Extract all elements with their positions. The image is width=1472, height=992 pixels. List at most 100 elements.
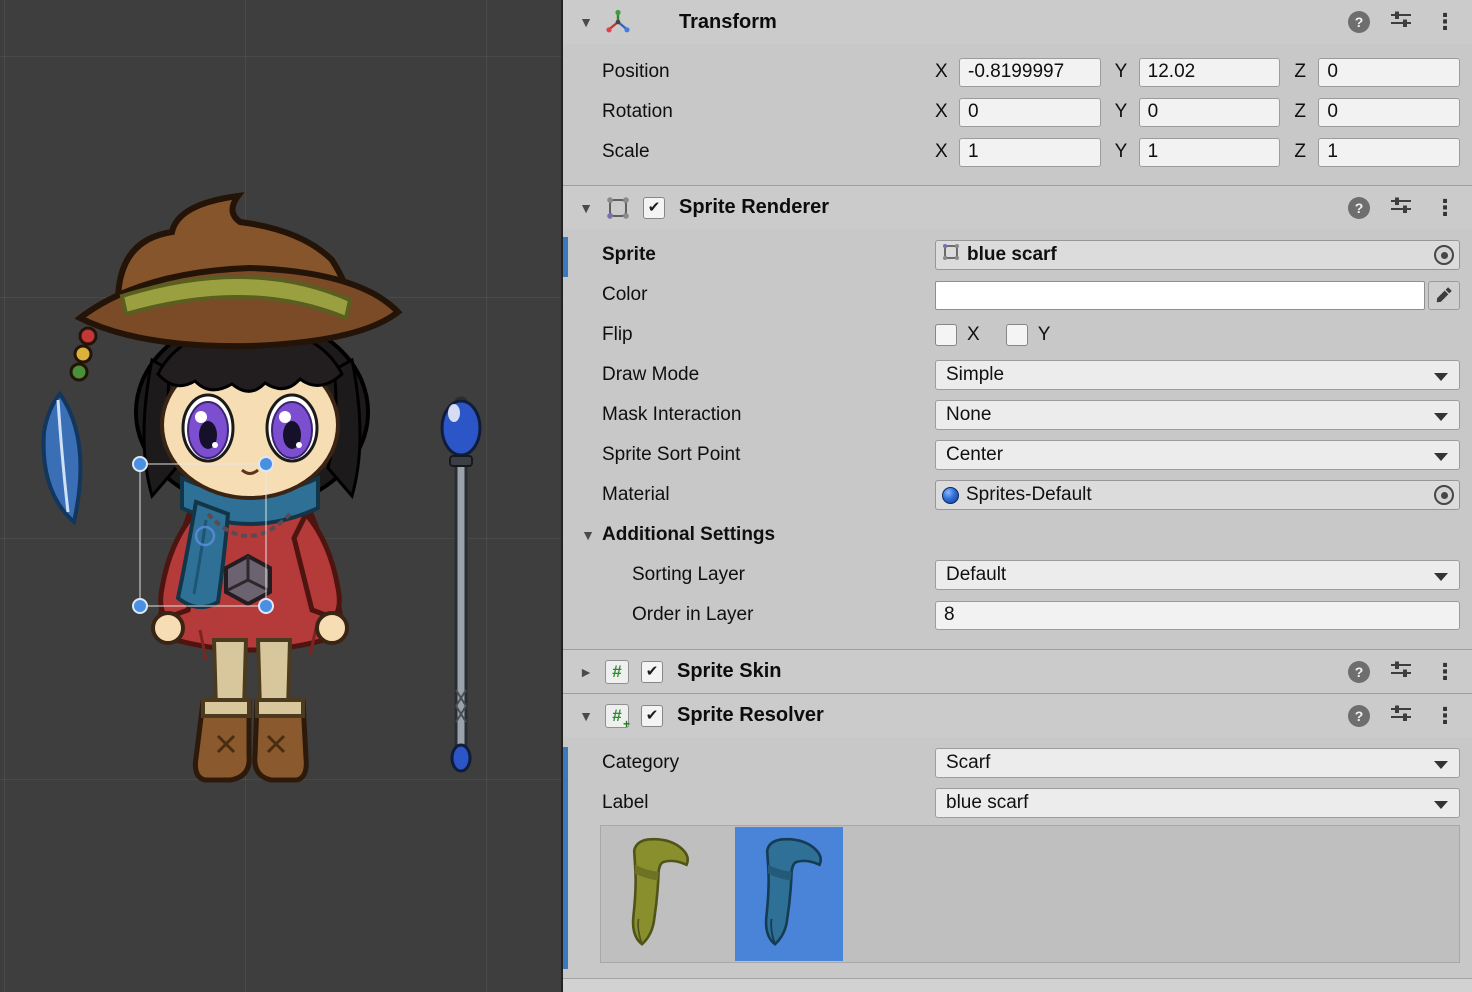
- sprite-renderer-header[interactable]: ▼ ✔ Sprite Renderer ?: [563, 185, 1472, 229]
- draw-mode-dropdown[interactable]: Simple: [935, 360, 1460, 390]
- sorting-layer-value: Default: [946, 564, 1006, 586]
- sorting-layer-dropdown[interactable]: Default: [935, 560, 1460, 590]
- sprite-resolver-script-icon: #+: [605, 704, 629, 728]
- presets-icon[interactable]: [1390, 10, 1412, 34]
- material-object-field[interactable]: Sprites-Default: [935, 480, 1460, 510]
- scale-row: Scale X Y Z: [563, 132, 1472, 172]
- position-row: Position X Y Z: [563, 52, 1472, 92]
- kebab-menu-icon[interactable]: ⋮: [1432, 705, 1458, 727]
- label-label[interactable]: Label: [602, 792, 935, 814]
- additional-settings-row[interactable]: ▼ Additional Settings: [563, 515, 1472, 555]
- sprite-object-field[interactable]: blue scarf: [935, 240, 1460, 270]
- flip-y-label: Y: [1038, 324, 1051, 346]
- position-z-field[interactable]: [1318, 58, 1460, 87]
- axis-y-label[interactable]: Y: [1115, 61, 1131, 83]
- help-icon[interactable]: ?: [1348, 661, 1370, 683]
- label-dropdown[interactable]: blue scarf: [935, 788, 1460, 818]
- help-icon[interactable]: ?: [1348, 705, 1370, 727]
- sprite-resolver-body: Category Scarf Label blue scarf: [563, 737, 1472, 977]
- mask-interaction-label[interactable]: Mask Interaction: [602, 404, 935, 426]
- kebab-menu-icon[interactable]: ⋮: [1432, 661, 1458, 683]
- presets-icon[interactable]: [1390, 660, 1412, 684]
- material-sphere-icon: [942, 487, 959, 504]
- color-label[interactable]: Color: [602, 284, 935, 306]
- mask-interaction-value: None: [946, 404, 991, 426]
- position-label[interactable]: Position: [602, 61, 935, 83]
- category-value: Scarf: [946, 752, 990, 774]
- draw-mode-label[interactable]: Draw Mode: [602, 364, 935, 386]
- kebab-menu-icon[interactable]: ⋮: [1432, 197, 1458, 219]
- sprite-sort-point-dropdown[interactable]: Center: [935, 440, 1460, 470]
- presets-icon[interactable]: [1390, 196, 1412, 220]
- sprite-skin-header[interactable]: ► # ✔ Sprite Skin ? ⋮: [563, 649, 1472, 693]
- transform-header[interactable]: ▼ Transform ?: [563, 0, 1472, 44]
- axis-x-label[interactable]: X: [935, 141, 951, 163]
- mask-interaction-row: Mask Interaction None: [563, 395, 1472, 435]
- help-icon[interactable]: ?: [1348, 11, 1370, 33]
- label-row: Label blue scarf: [563, 783, 1472, 823]
- transform-body: Position X Y Z Rotation X Y: [563, 44, 1472, 185]
- axis-z-label[interactable]: Z: [1294, 61, 1310, 83]
- scale-y-field[interactable]: [1139, 138, 1281, 167]
- color-swatch[interactable]: [935, 281, 1425, 310]
- inspector-panel: ▼ Transform ?: [563, 0, 1472, 992]
- scale-z-field[interactable]: [1318, 138, 1460, 167]
- rotation-y-field[interactable]: [1139, 98, 1281, 127]
- foldout-open-icon[interactable]: ▼: [577, 14, 595, 30]
- axis-z-label[interactable]: Z: [1294, 101, 1310, 123]
- draw-mode-value: Simple: [946, 364, 1004, 386]
- flip-x-checkbox[interactable]: [935, 324, 957, 346]
- thumbnail-green-scarf[interactable]: [602, 827, 710, 961]
- sprite-sort-point-value: Center: [946, 444, 1003, 466]
- category-dropdown[interactable]: Scarf: [935, 748, 1460, 778]
- order-in-layer-label[interactable]: Order in Layer: [632, 604, 935, 626]
- axis-y-label[interactable]: Y: [1115, 101, 1131, 123]
- flip-row: Flip X Y: [563, 315, 1472, 355]
- material-row: Material Sprites-Default: [563, 475, 1472, 515]
- thumbnail-blue-scarf[interactable]: [735, 827, 843, 961]
- axis-y-label[interactable]: Y: [1115, 141, 1131, 163]
- sprite-sort-point-label[interactable]: Sprite Sort Point: [602, 444, 935, 466]
- sprite-row: Sprite blue scarf: [563, 235, 1472, 275]
- foldout-closed-icon[interactable]: ►: [577, 664, 595, 680]
- sprite-skin-enabled-checkbox[interactable]: ✔: [641, 661, 663, 683]
- sorting-layer-label[interactable]: Sorting Layer: [632, 564, 935, 586]
- scene-view[interactable]: [0, 0, 563, 992]
- position-y-field[interactable]: [1139, 58, 1281, 87]
- object-picker-icon[interactable]: [1434, 485, 1454, 505]
- unity-editor: ▼ Transform ?: [0, 0, 1472, 992]
- sprite-asset-icon: [942, 243, 960, 267]
- axis-z-label[interactable]: Z: [1294, 141, 1310, 163]
- help-icon[interactable]: ?: [1348, 197, 1370, 219]
- sprite-renderer-enabled-checkbox[interactable]: ✔: [643, 197, 665, 219]
- inspector-bottom-strip: [563, 978, 1472, 992]
- sprite-resolver-enabled-checkbox[interactable]: ✔: [641, 705, 663, 727]
- eyedropper-icon[interactable]: [1428, 281, 1460, 310]
- sprite-resolver-header[interactable]: ▼ #+ ✔ Sprite Resolver ? ⋮: [563, 693, 1472, 737]
- scale-label[interactable]: Scale: [602, 141, 935, 163]
- rotation-row: Rotation X Y Z: [563, 92, 1472, 132]
- order-in-layer-field[interactable]: [935, 601, 1460, 630]
- object-picker-icon[interactable]: [1434, 245, 1454, 265]
- axis-x-label[interactable]: X: [935, 101, 951, 123]
- sprite-skin-title: Sprite Skin: [677, 660, 781, 683]
- sprite-renderer-icon: [605, 195, 631, 221]
- axis-x-label[interactable]: X: [935, 61, 951, 83]
- rotation-x-field[interactable]: [959, 98, 1101, 127]
- foldout-open-icon[interactable]: ▼: [577, 708, 595, 724]
- scale-x-field[interactable]: [959, 138, 1101, 167]
- rotation-label[interactable]: Rotation: [602, 101, 935, 123]
- position-x-field[interactable]: [959, 58, 1101, 87]
- foldout-open-icon[interactable]: ▼: [577, 200, 595, 216]
- sprite-label[interactable]: Sprite: [602, 244, 935, 266]
- category-label[interactable]: Category: [602, 752, 935, 774]
- rotation-z-field[interactable]: [1318, 98, 1460, 127]
- presets-icon[interactable]: [1390, 704, 1412, 728]
- mask-interaction-dropdown[interactable]: None: [935, 400, 1460, 430]
- kebab-menu-icon[interactable]: ⋮: [1432, 11, 1458, 33]
- flip-y-checkbox[interactable]: [1006, 324, 1028, 346]
- sprite-skin-script-icon: #: [605, 660, 629, 684]
- foldout-open-icon[interactable]: ▼: [580, 527, 596, 543]
- material-label[interactable]: Material: [602, 484, 935, 506]
- flip-label[interactable]: Flip: [602, 324, 935, 346]
